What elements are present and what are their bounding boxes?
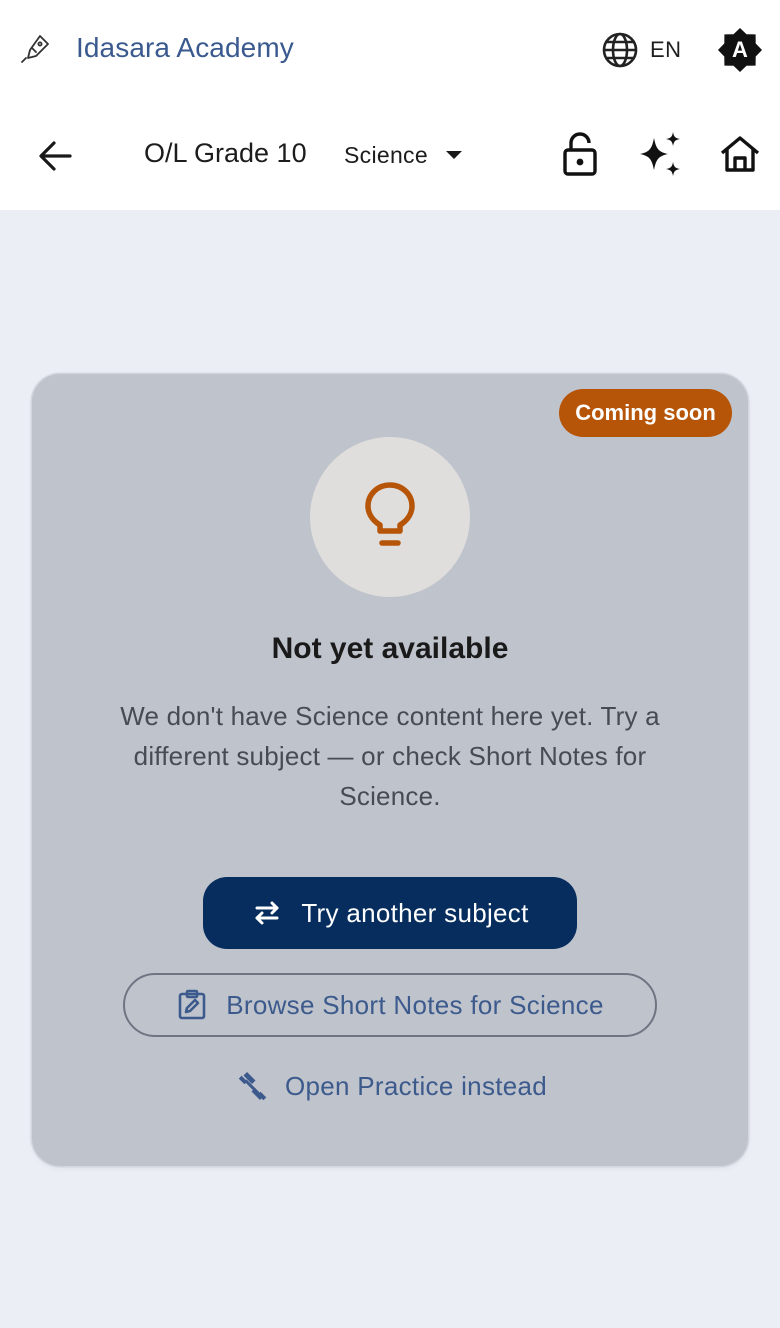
subject-dropdown[interactable]: Science <box>344 138 466 172</box>
language-selector[interactable]: EN <box>600 30 682 70</box>
open-practice-button[interactable]: Open Practice instead <box>0 1064 780 1108</box>
app-title: Idasara Academy <box>76 32 294 63</box>
theme-badge-letter: A <box>732 37 748 62</box>
theme-toggle-button[interactable]: A <box>716 26 764 74</box>
home-icon[interactable] <box>718 132 762 176</box>
card-description: We don't have Science content here yet. … <box>120 701 660 811</box>
lightbulb-icon <box>365 482 415 546</box>
edit-note-icon <box>178 989 206 1020</box>
grade-title: O/L Grade 10 <box>144 138 307 168</box>
browse-short-notes-button[interactable]: Browse Short Notes for Science <box>123 973 657 1037</box>
auto-theme-icon: A <box>718 28 762 72</box>
browse-short-notes-label: Browse Short Notes for Science <box>226 989 604 1020</box>
pen-nib-icon <box>21 35 49 63</box>
back-arrow-icon[interactable] <box>34 134 78 178</box>
dumbbell-icon <box>238 1071 267 1101</box>
caret-down-icon <box>445 151 462 159</box>
lock-open-icon[interactable] <box>558 130 602 178</box>
subject-value: Science <box>344 141 428 168</box>
icon-circle <box>310 437 470 597</box>
globe-icon <box>602 32 638 68</box>
try-another-subject-button[interactable]: Try another subject <box>203 877 577 949</box>
card-title: Not yet available <box>271 632 509 665</box>
open-practice-label: Open Practice instead <box>284 1070 548 1101</box>
try-another-subject-label: Try another subject <box>301 897 529 928</box>
coming-soon-badge: Coming soon <box>559 389 732 437</box>
swap-icon <box>255 901 279 925</box>
language-label: EN <box>650 37 682 62</box>
sparkle-icon[interactable] <box>636 130 684 178</box>
